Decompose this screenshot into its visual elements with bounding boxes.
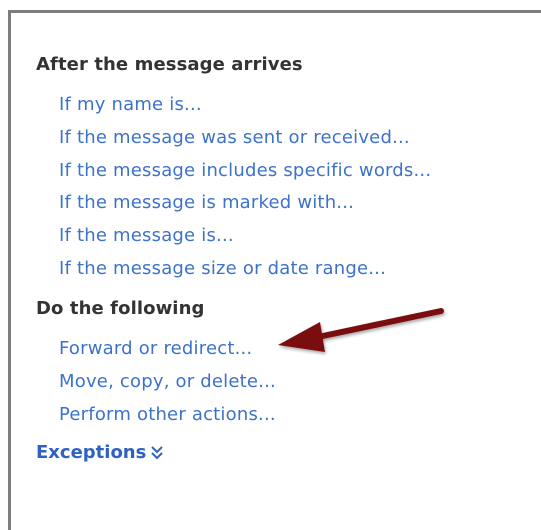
- after-message-arrives-heading: After the message arrives: [36, 54, 303, 75]
- condition-link-marked-with[interactable]: If the message is marked with...: [59, 192, 354, 213]
- condition-link-message-is[interactable]: If the message is...: [59, 225, 234, 246]
- condition-link-specific-words[interactable]: If the message includes specific words..…: [59, 160, 431, 181]
- action-link-forward-or-redirect[interactable]: Forward or redirect...: [59, 338, 252, 359]
- exceptions-toggle[interactable]: Exceptions: [36, 442, 166, 463]
- condition-link-size-or-date[interactable]: If the message size or date range...: [59, 258, 386, 279]
- double-chevron-down-icon: [148, 443, 166, 463]
- do-the-following-heading: Do the following: [36, 298, 205, 319]
- exceptions-label: Exceptions: [36, 442, 147, 463]
- action-link-other-actions[interactable]: Perform other actions...: [59, 404, 276, 425]
- action-link-move-copy-delete[interactable]: Move, copy, or delete...: [59, 371, 276, 392]
- condition-link-my-name[interactable]: If my name is...: [59, 94, 202, 115]
- condition-link-sent-or-received[interactable]: If the message was sent or received...: [59, 127, 410, 148]
